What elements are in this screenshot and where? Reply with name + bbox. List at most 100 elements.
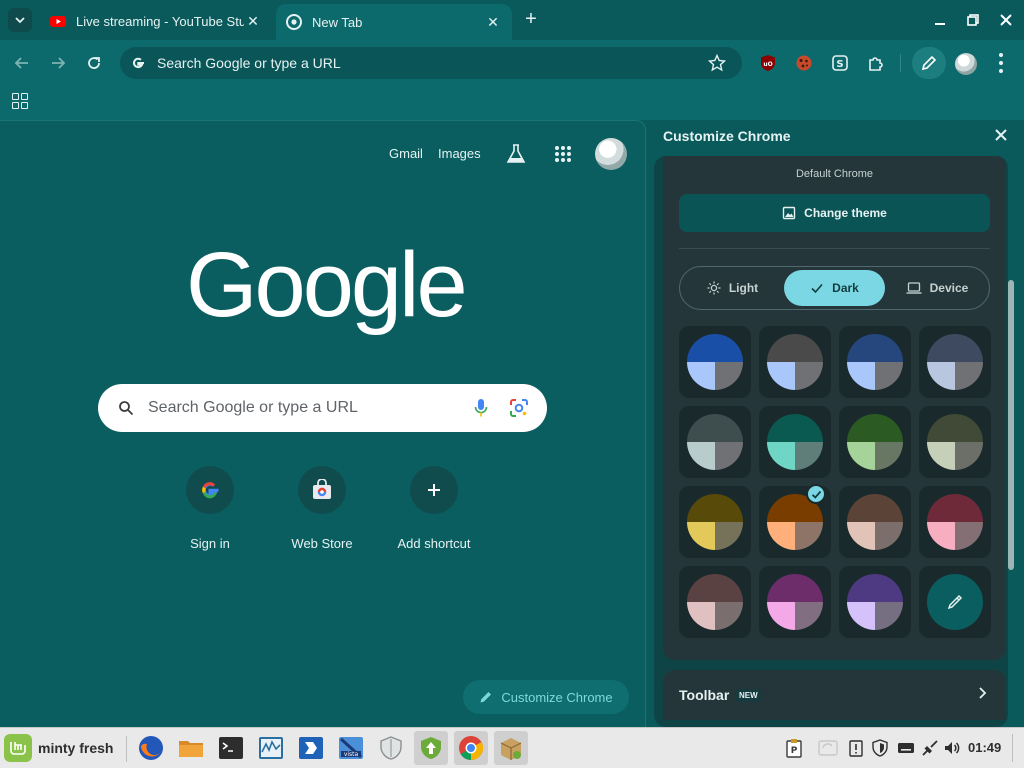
color-swatch[interactable] bbox=[919, 406, 991, 478]
color-swatch-disc bbox=[767, 414, 823, 470]
microphone-icon[interactable] bbox=[473, 398, 489, 418]
change-theme-button[interactable]: Change theme bbox=[679, 194, 990, 232]
arrow-left-icon bbox=[14, 57, 28, 69]
color-swatch[interactable] bbox=[679, 486, 751, 558]
custom-color-swatch[interactable] bbox=[919, 566, 991, 638]
start-menu-button[interactable]: minty fresh bbox=[4, 734, 113, 762]
close-panel-button[interactable] bbox=[992, 128, 1010, 146]
back-button[interactable] bbox=[11, 52, 33, 74]
tray-keyboard[interactable] bbox=[896, 738, 916, 758]
profile-avatar-button[interactable] bbox=[955, 53, 977, 75]
ntp-search-box[interactable]: Search Google or type a URL bbox=[98, 384, 547, 432]
color-swatch[interactable] bbox=[759, 406, 831, 478]
taskbar-package[interactable] bbox=[494, 731, 528, 765]
package-icon bbox=[500, 738, 522, 760]
chevron-down-icon bbox=[15, 17, 25, 24]
customize-chrome-button[interactable]: Customize Chrome bbox=[463, 680, 629, 714]
tray-security[interactable] bbox=[870, 738, 890, 758]
mode-label: Light bbox=[728, 281, 759, 295]
reload-button[interactable] bbox=[83, 52, 105, 74]
color-swatch-disc bbox=[927, 334, 983, 390]
taskbar-update-manager[interactable] bbox=[414, 731, 448, 765]
clock[interactable]: 01:49 bbox=[968, 740, 1001, 755]
color-swatch-disc bbox=[767, 334, 823, 390]
google-lens-icon[interactable] bbox=[509, 398, 529, 418]
show-desktop-button[interactable] bbox=[1012, 734, 1018, 762]
gmail-link[interactable]: Gmail bbox=[389, 146, 423, 161]
taskbar-remote-desktop[interactable] bbox=[294, 731, 328, 765]
close-tab-icon[interactable]: ✕ bbox=[244, 13, 262, 30]
bookmark-star-icon[interactable] bbox=[708, 54, 726, 72]
maximize-button[interactable] bbox=[963, 10, 983, 30]
color-swatch[interactable] bbox=[839, 406, 911, 478]
shortcut-tile bbox=[186, 466, 234, 514]
tab-youtube-studio[interactable]: Live streaming - YouTube Studio ✕ bbox=[40, 7, 272, 35]
minimize-button[interactable] bbox=[930, 10, 950, 30]
shortcut-sign-in[interactable]: Sign in bbox=[162, 466, 258, 551]
color-swatch[interactable] bbox=[839, 486, 911, 558]
google-apps-icon[interactable] bbox=[555, 146, 571, 162]
ublock-origin-extension[interactable]: uO bbox=[758, 53, 778, 73]
mode-label: Dark bbox=[832, 281, 859, 295]
google-g-icon bbox=[133, 57, 144, 69]
color-swatch[interactable] bbox=[679, 406, 751, 478]
shortcut-web-store[interactable]: Web Store bbox=[274, 466, 370, 551]
color-swatch[interactable] bbox=[679, 326, 751, 398]
toolbar-row-label: Toolbar bbox=[679, 687, 730, 703]
color-swatch[interactable] bbox=[759, 566, 831, 638]
color-swatch[interactable] bbox=[919, 326, 991, 398]
tray-volume[interactable] bbox=[942, 738, 962, 758]
panel-scroll-area[interactable]: Default Chrome Change theme Light Dark D… bbox=[654, 156, 1008, 727]
tab-new-tab[interactable]: New Tab ✕ bbox=[276, 4, 512, 40]
svg-text:vista: vista bbox=[344, 751, 359, 758]
color-swatch[interactable] bbox=[919, 486, 991, 558]
color-swatch[interactable] bbox=[679, 566, 751, 638]
taskbar-chrome[interactable] bbox=[454, 731, 488, 765]
mode-light-option[interactable]: Light bbox=[683, 270, 782, 306]
color-swatch[interactable] bbox=[759, 484, 831, 558]
tray-notifications[interactable] bbox=[846, 738, 866, 758]
taskbar-terminal[interactable] bbox=[214, 731, 248, 765]
mode-device-option[interactable]: Device bbox=[887, 270, 987, 306]
mode-dark-option[interactable]: Dark bbox=[784, 270, 885, 306]
forward-button[interactable] bbox=[47, 52, 69, 74]
taskbar-firewall[interactable] bbox=[374, 731, 408, 765]
tray-network[interactable] bbox=[920, 738, 940, 758]
account-avatar[interactable] bbox=[595, 138, 627, 170]
shortcut-add[interactable]: Add shortcut bbox=[386, 466, 482, 551]
s-extension[interactable]: S bbox=[830, 53, 850, 73]
browser-toolbar: Search Google or type a URL uO S bbox=[0, 40, 1024, 86]
s-letter-icon: S bbox=[832, 55, 848, 71]
toolbar-settings-row[interactable]: Toolbar NEW bbox=[663, 670, 1006, 720]
cookie-extension[interactable] bbox=[794, 53, 814, 73]
color-swatch-disc bbox=[847, 494, 903, 550]
panel-scrollbar[interactable] bbox=[1008, 280, 1014, 570]
tray-clipboard[interactable]: P bbox=[784, 738, 804, 758]
tray-sync[interactable] bbox=[818, 738, 838, 758]
color-swatch[interactable] bbox=[759, 326, 831, 398]
color-swatch-disc bbox=[687, 414, 743, 470]
color-swatch-disc bbox=[687, 574, 743, 630]
extensions-button[interactable] bbox=[866, 53, 886, 73]
search-icon bbox=[119, 401, 134, 416]
cookie-icon bbox=[796, 55, 812, 71]
taskbar-firefox[interactable] bbox=[134, 731, 168, 765]
color-swatch[interactable] bbox=[839, 326, 911, 398]
new-tab-button[interactable]: + bbox=[520, 8, 542, 30]
taskbar-files[interactable] bbox=[174, 731, 208, 765]
customize-chrome-toolbar-button[interactable] bbox=[912, 47, 946, 79]
close-window-button[interactable] bbox=[996, 10, 1016, 30]
sync-icon bbox=[818, 740, 838, 756]
address-bar[interactable]: Search Google or type a URL bbox=[120, 47, 742, 79]
images-link[interactable]: Images bbox=[438, 146, 481, 161]
pencil-icon bbox=[480, 692, 492, 703]
tab-search-button[interactable] bbox=[8, 8, 32, 32]
close-tab-icon[interactable]: ✕ bbox=[484, 14, 502, 31]
new-badge: NEW bbox=[735, 689, 762, 702]
labs-flask-icon[interactable] bbox=[506, 143, 526, 165]
taskbar-system-monitor[interactable] bbox=[254, 731, 288, 765]
color-swatch[interactable] bbox=[839, 566, 911, 638]
apps-grid-icon[interactable] bbox=[12, 93, 28, 109]
taskbar-vista[interactable]: vista bbox=[334, 731, 368, 765]
chrome-menu-button[interactable] bbox=[996, 53, 1006, 73]
